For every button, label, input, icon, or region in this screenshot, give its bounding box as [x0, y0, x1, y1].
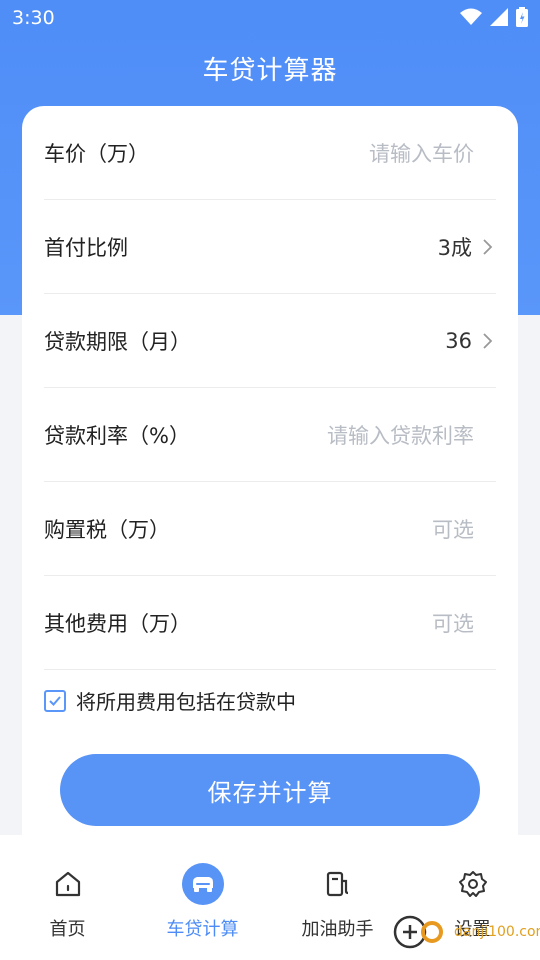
save-and-calculate-button[interactable]: 保存并计算	[60, 754, 480, 826]
purchase-tax-input[interactable]: 可选	[432, 514, 474, 544]
purchase-tax-label: 购置税（万）	[44, 517, 170, 542]
other-fees-row[interactable]: 其他费用（万） 可选	[44, 576, 496, 670]
interest-rate-row[interactable]: 贷款利率（%） 请输入贷款利率	[44, 388, 496, 482]
other-fees-label: 其他费用（万）	[44, 611, 191, 636]
loan-term-row[interactable]: 贷款期限（月） 36	[44, 294, 496, 388]
include-fees-label: 将所用费用包括在贷款中	[76, 690, 296, 714]
car-price-input[interactable]: 请输入车价	[369, 138, 474, 168]
nav-label-fuel: 加油助手	[301, 919, 374, 940]
status-icons	[460, 7, 528, 27]
nav-label-car-loan: 车贷计算	[166, 919, 239, 940]
down-payment-label: 首付比例	[44, 235, 128, 260]
gear-icon	[458, 871, 487, 897]
nav-item-home[interactable]: 首页	[0, 835, 135, 960]
chevron-right-icon	[483, 332, 493, 349]
down-payment-row[interactable]: 首付比例 3成	[44, 200, 496, 294]
status-bar: 3:30	[0, 0, 540, 36]
car-price-row[interactable]: 车价（万） 请输入车价	[44, 106, 496, 200]
watermark-text: danji100.com	[454, 924, 540, 940]
loan-term-label: 贷款期限（月）	[44, 329, 191, 354]
signal-icon	[490, 8, 508, 26]
battery-icon	[516, 7, 528, 27]
loan-form-card: 车价（万） 请输入车价 首付比例 3成 贷款期限（月） 36 贷款利率（%） 请…	[22, 106, 518, 866]
watermark: danji100.com	[392, 914, 540, 950]
page-title: 车贷计算器	[202, 56, 338, 86]
include-fees-checkbox[interactable]	[44, 689, 66, 712]
status-time: 3:30	[12, 7, 55, 29]
watermark-logo-icon	[393, 915, 443, 949]
chevron-right-icon	[483, 238, 493, 255]
car-icon	[181, 863, 224, 905]
down-payment-value: 3成	[437, 235, 472, 260]
nav-label-home: 首页	[49, 919, 86, 940]
interest-rate-label: 贷款利率（%）	[44, 423, 190, 448]
nav-item-fuel[interactable]: 加油助手	[270, 835, 405, 960]
car-price-label: 车价（万）	[44, 141, 149, 166]
loan-term-value: 36	[445, 328, 472, 353]
include-fees-option[interactable]: 将所用费用包括在贷款中	[44, 686, 296, 715]
purchase-tax-row[interactable]: 购置税（万） 可选	[44, 482, 496, 576]
check-icon	[49, 695, 61, 706]
fuel-icon	[326, 871, 348, 897]
other-fees-input[interactable]: 可选	[432, 608, 474, 638]
home-icon	[55, 871, 80, 897]
interest-rate-input[interactable]: 请输入贷款利率	[327, 420, 474, 450]
wifi-icon	[460, 8, 482, 25]
nav-item-car-loan[interactable]: 车贷计算	[135, 835, 270, 960]
